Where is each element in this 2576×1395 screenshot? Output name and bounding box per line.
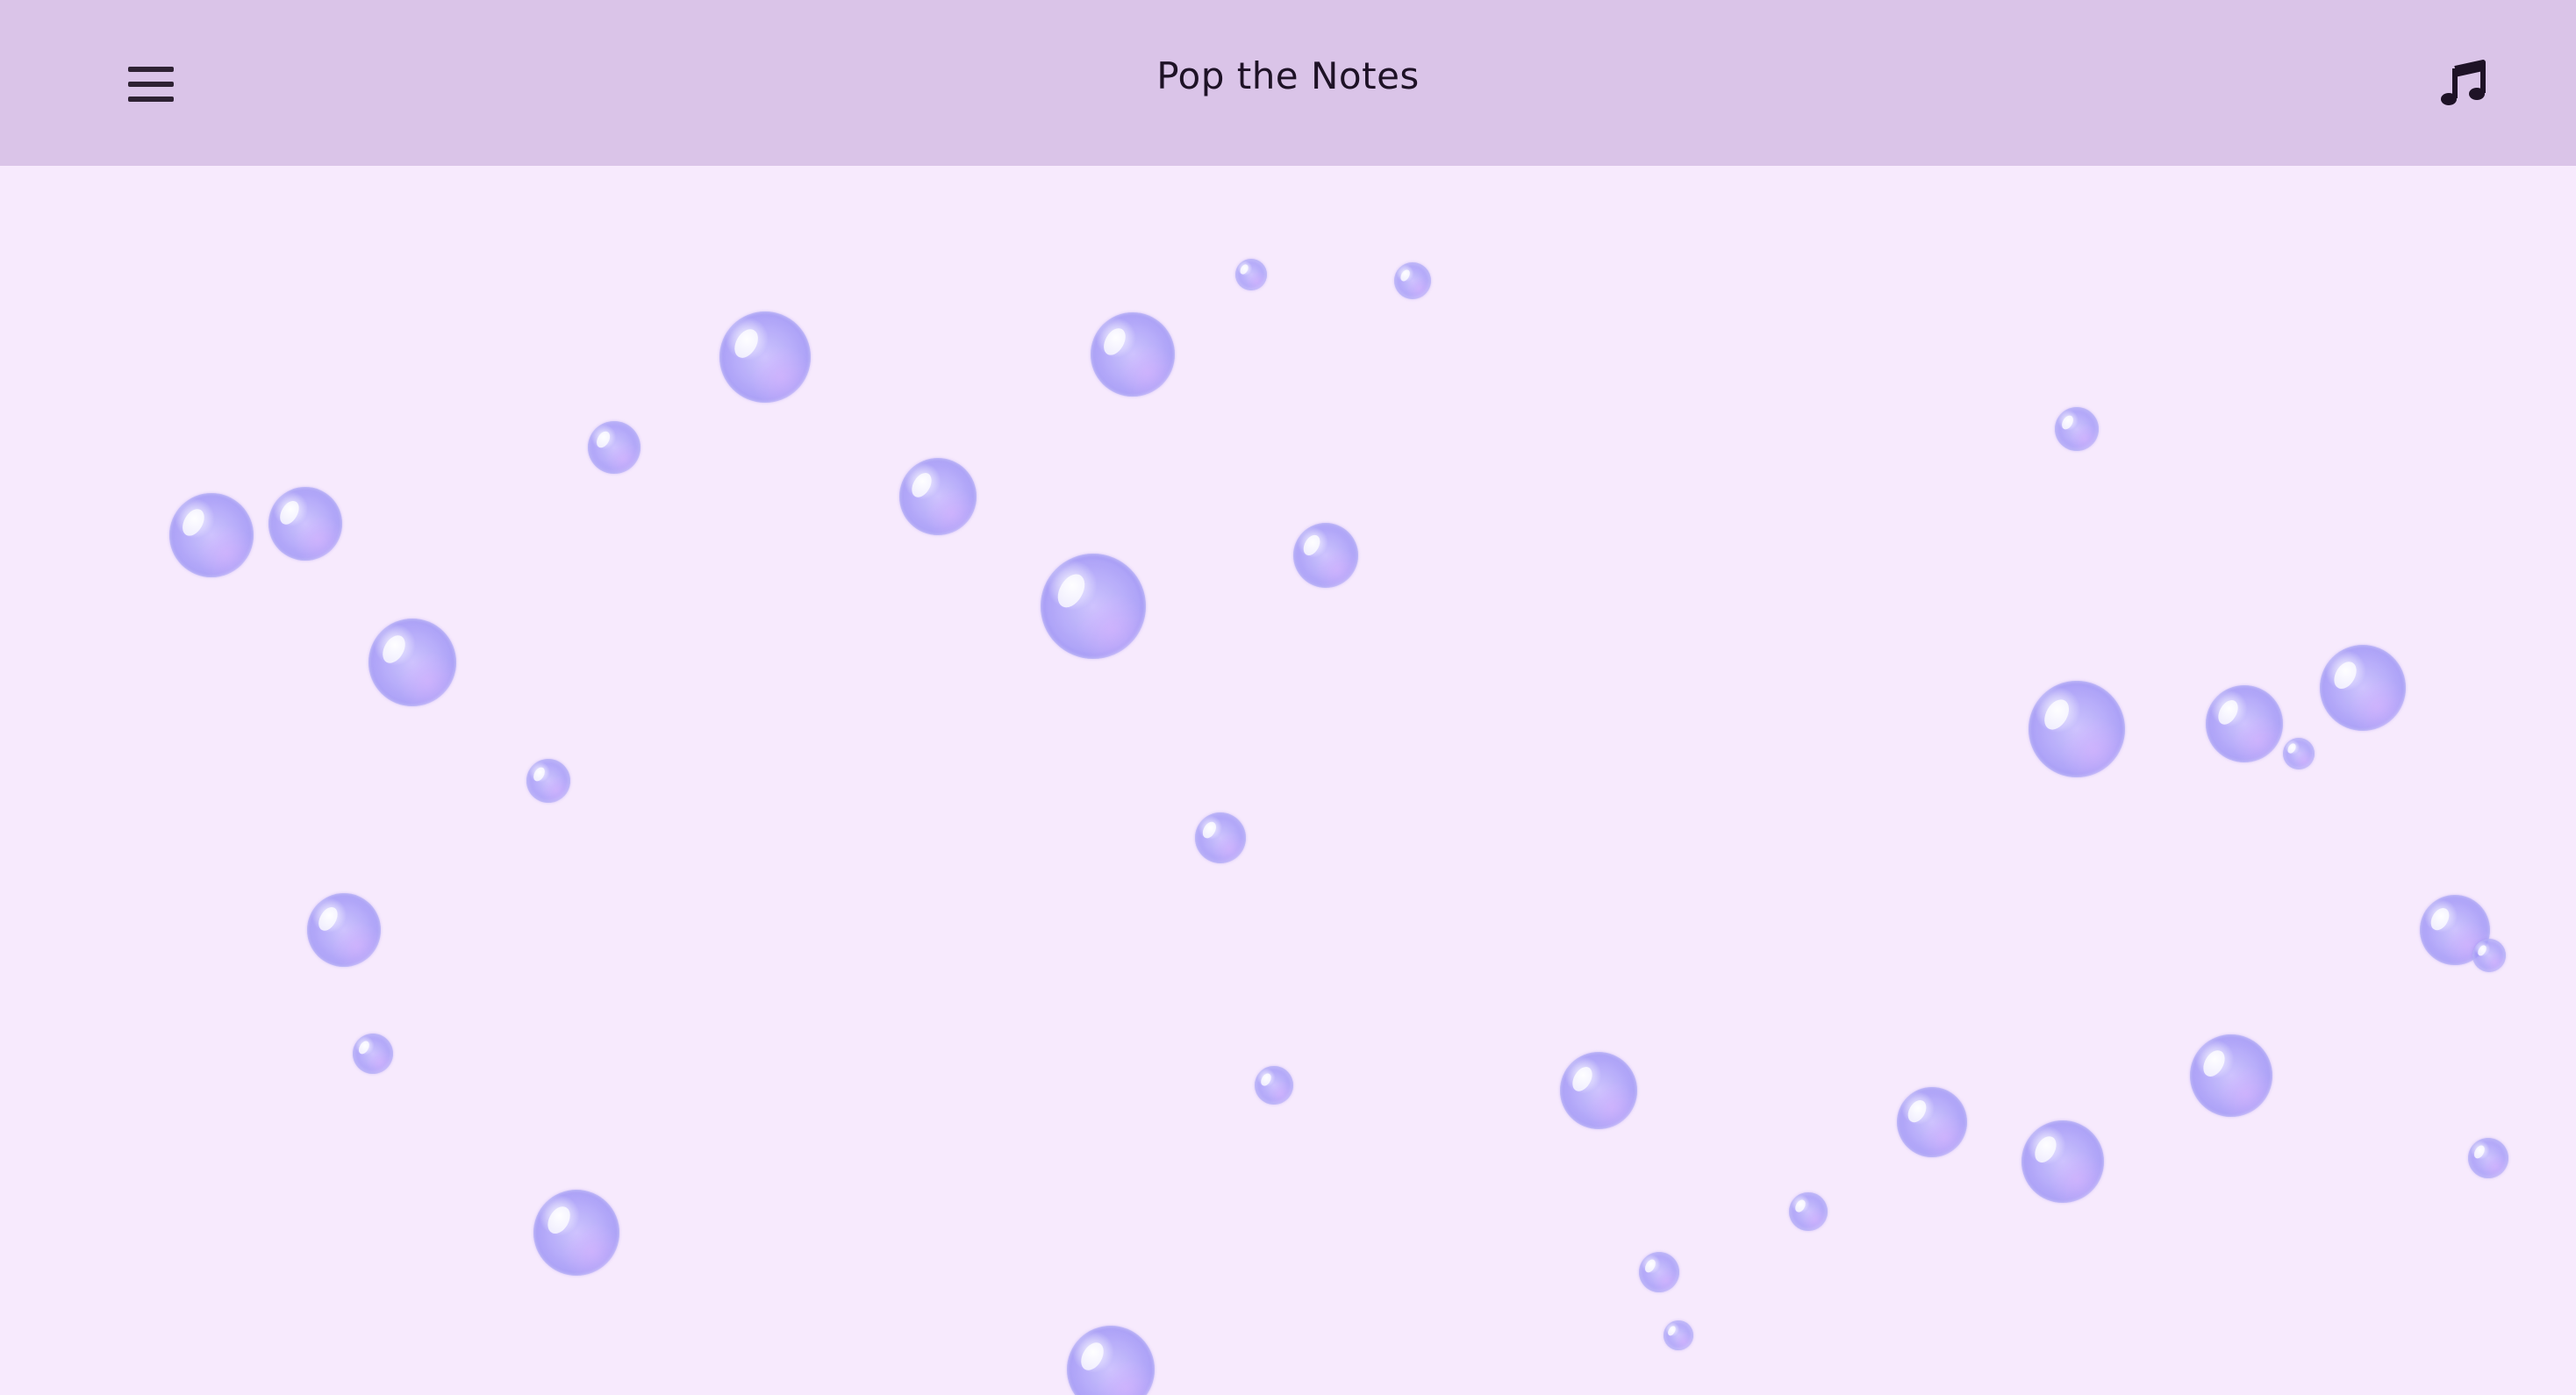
note-bubble[interactable]	[1639, 1252, 1679, 1292]
note-bubble[interactable]	[2021, 1120, 2104, 1203]
note-bubble[interactable]	[1255, 1066, 1293, 1105]
note-bubble[interactable]	[1067, 1326, 1155, 1395]
note-bubble[interactable]	[1789, 1192, 1828, 1231]
note-bubble[interactable]	[1195, 812, 1246, 863]
note-bubble[interactable]	[1560, 1052, 1637, 1129]
top-bar: Pop the Notes	[0, 0, 2576, 166]
note-bubble[interactable]	[307, 893, 381, 967]
note-bubble[interactable]	[353, 1034, 393, 1074]
bubble-playfield	[0, 166, 2576, 1395]
note-bubble[interactable]	[719, 311, 811, 403]
note-bubble[interactable]	[1293, 523, 1358, 588]
note-bubble[interactable]	[2055, 407, 2099, 451]
music-toggle-button[interactable]	[2437, 58, 2490, 111]
note-bubble[interactable]	[2468, 1138, 2508, 1178]
note-bubble[interactable]	[2029, 681, 2125, 777]
note-bubble[interactable]	[526, 759, 570, 803]
note-bubble[interactable]	[1235, 259, 1267, 290]
note-bubble[interactable]	[2472, 939, 2506, 972]
note-bubble[interactable]	[369, 619, 456, 706]
game-title: Pop the Notes	[1156, 54, 1420, 97]
note-bubble[interactable]	[899, 458, 977, 535]
note-bubble[interactable]	[268, 487, 342, 561]
note-bubble[interactable]	[1664, 1320, 1693, 1350]
note-bubble[interactable]	[1091, 312, 1175, 397]
note-bubble[interactable]	[1041, 554, 1146, 659]
note-bubble[interactable]	[2320, 645, 2406, 731]
note-bubble[interactable]	[1394, 262, 1431, 299]
note-bubble[interactable]	[533, 1190, 619, 1276]
music-note-icon	[2441, 60, 2486, 105]
note-bubble[interactable]	[2283, 738, 2315, 769]
note-bubble[interactable]	[2190, 1034, 2272, 1117]
note-bubble[interactable]	[588, 421, 640, 474]
note-bubble[interactable]	[2206, 685, 2283, 762]
note-bubble[interactable]	[1897, 1087, 1967, 1157]
game-screen: Pop the Notes	[0, 0, 2576, 1395]
note-bubble[interactable]	[169, 493, 254, 577]
